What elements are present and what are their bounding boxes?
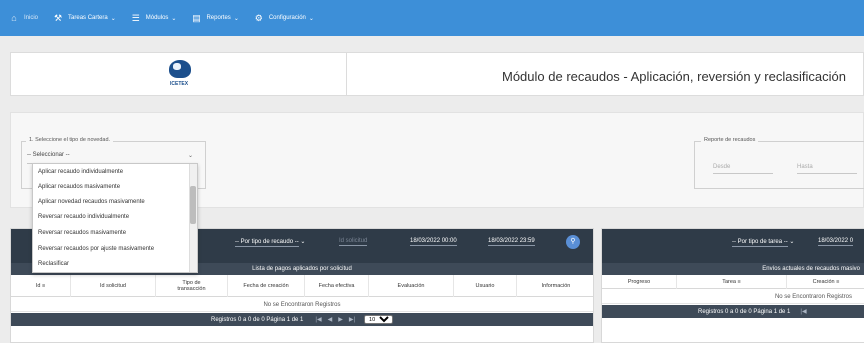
- col-evaluacion[interactable]: Evaluación: [369, 275, 454, 297]
- first-page-icon[interactable]: |◀: [800, 308, 806, 315]
- logo-text: ICETEX: [170, 81, 189, 87]
- hasta-input[interactable]: Hasta: [797, 164, 857, 174]
- envios-caption: Envíos actuales de recaudos masivo: [602, 263, 864, 275]
- page-size-select[interactable]: 10: [364, 315, 394, 324]
- icetex-logo-icon: [169, 60, 191, 78]
- header-panel: ICETEX Módulo de recaudos - Aplicación, …: [10, 52, 864, 96]
- top-nav: ⌂ Inicio ⚒ Tareas Cartera ⌄ ☰ Módulos ⌄ …: [0, 0, 864, 36]
- col-creacion[interactable]: Creación ≡: [787, 275, 864, 289]
- novedad-legend: 1. Seleccione el tipo de novedad.: [26, 137, 114, 143]
- col-tarea[interactable]: Tarea ≡: [677, 275, 787, 289]
- nav-item-reportes[interactable]: ▤ Reportes ⌄: [190, 0, 239, 36]
- filter-icon: ≡: [41, 283, 46, 289]
- col-informacion[interactable]: Información: [517, 275, 595, 297]
- empty-message: No se Encontraron Registros: [602, 290, 864, 304]
- dropdown-option[interactable]: Reversar recaudos por ajuste masivamente: [38, 246, 154, 252]
- nav-label: Módulos: [145, 15, 169, 21]
- reporte-fieldset: Reporte de recaudos Desde Hasta: [694, 137, 864, 189]
- col-fecha-creacion[interactable]: Fecha de creación: [228, 275, 305, 297]
- last-page-icon[interactable]: ▶|: [349, 316, 355, 323]
- wrench-icon: ⚒: [53, 12, 63, 23]
- home-icon: ⌂: [11, 13, 17, 23]
- dropdown-scrollbar[interactable]: [189, 164, 197, 272]
- nav-label: Configuración: [268, 15, 306, 21]
- prev-page-icon[interactable]: ◀: [328, 316, 333, 323]
- dropdown-option[interactable]: Reversar recaudo individualmente: [38, 214, 129, 220]
- novedad-select-value: -- Seleccionar --: [27, 152, 70, 158]
- fecha-hasta-input[interactable]: 18/03/2022 23:59: [488, 238, 535, 246]
- envios-toolbar: -- Por tipo de tarea -- ⌄ 18/03/2022 0: [602, 229, 864, 263]
- envios-header-row: Progreso Tarea ≡ Creación ≡: [602, 275, 864, 289]
- nav-label: Inicio: [24, 15, 39, 21]
- empty-message: No se Encontraron Registros: [11, 298, 593, 312]
- novedad-dropdown-list: Aplicar recaudo individualmente Aplicar …: [32, 163, 198, 273]
- nav-item-modulos[interactable]: ☰ Módulos ⌄: [130, 0, 177, 36]
- logo-cell: ICETEX: [11, 53, 347, 95]
- report-icon: ▤: [192, 12, 201, 23]
- pagos-pager: Registros 0 a 0 de 0 Página 1 de 1 |◀ ◀ …: [11, 313, 593, 326]
- dropdown-option[interactable]: Aplicar novedad recaudos masivamente: [38, 199, 145, 205]
- menu-icon: ☰: [131, 12, 140, 23]
- scrollbar-thumb[interactable]: [190, 186, 196, 224]
- search-icon: ⚲: [570, 238, 576, 245]
- envios-date-input[interactable]: 18/03/2022 0: [818, 238, 854, 246]
- col-tipo-transaccion[interactable]: Tipo de transacción: [156, 275, 228, 297]
- chevron-down-icon: ⌄: [187, 153, 193, 159]
- dropdown-option[interactable]: Aplicar recaudos masivamente: [38, 184, 120, 190]
- page-title: Módulo de recaudos - Aplicación, reversi…: [502, 69, 846, 84]
- col-fecha-efectiva[interactable]: Fecha efectiva: [305, 275, 369, 297]
- chevron-down-icon: ⌄: [110, 15, 116, 22]
- nav-item-configuracion[interactable]: ⚙ Configuración ⌄: [253, 0, 314, 36]
- chevron-down-icon: ⌄: [171, 15, 177, 22]
- reporte-legend: Reporte de recaudos: [701, 137, 759, 143]
- filter-icon: ≡: [836, 279, 840, 285]
- gear-icon: ⚙: [254, 12, 263, 23]
- col-usuario[interactable]: Usuario: [454, 275, 517, 297]
- col-id[interactable]: Id ≡: [11, 275, 71, 297]
- col-progreso[interactable]: Progreso: [602, 275, 677, 289]
- nav-label: Reportes: [206, 15, 231, 21]
- filter-icon: ≡: [737, 279, 741, 285]
- nav-label: Tareas Cartera: [68, 15, 108, 21]
- search-button[interactable]: ⚲: [566, 235, 580, 249]
- nav-item-inicio[interactable]: ⌂ Inicio: [8, 0, 38, 36]
- nav-item-tareas[interactable]: ⚒ Tareas Cartera ⌄: [52, 0, 116, 36]
- tipo-tarea-select[interactable]: -- Por tipo de tarea -- ⌄: [732, 238, 794, 247]
- solicitud-input[interactable]: Id solicitud: [339, 238, 368, 246]
- dropdown-option[interactable]: Aplicar recaudo individualmente: [38, 169, 123, 175]
- envios-table-panel: -- Por tipo de tarea -- ⌄ 18/03/2022 0 E…: [601, 228, 864, 343]
- envios-pager: Registros 0 a 0 de 0 Página 1 de 1 |◀: [602, 305, 864, 318]
- chevron-down-icon: ⌄: [233, 15, 239, 22]
- col-id-solicitud[interactable]: Id solicitud: [71, 275, 156, 297]
- desde-input[interactable]: Desde: [713, 164, 773, 174]
- chevron-down-icon: ⌄: [308, 15, 314, 22]
- tipo-recaudo-select[interactable]: -- Por tipo de recaudo -- ⌄: [235, 238, 305, 247]
- first-page-icon[interactable]: |◀: [315, 316, 321, 323]
- next-page-icon[interactable]: ▶: [338, 316, 343, 323]
- pager-text: Registros 0 a 0 de 0 Página 1 de 1: [698, 308, 791, 315]
- fecha-desde-input[interactable]: 18/03/2022 00:00: [410, 238, 457, 246]
- pager-text: Registros 0 a 0 de 0 Página 1 de 1: [210, 316, 304, 323]
- pagos-header-row: Id ≡ Id solicitud Tipo de transacción Fe…: [11, 275, 593, 297]
- dropdown-option[interactable]: Reclasificar: [38, 261, 69, 267]
- app-window: ⌂ Inicio ⚒ Tareas Cartera ⌄ ☰ Módulos ⌄ …: [0, 0, 864, 343]
- dropdown-option[interactable]: Reversar recaudos masivamente: [38, 230, 126, 236]
